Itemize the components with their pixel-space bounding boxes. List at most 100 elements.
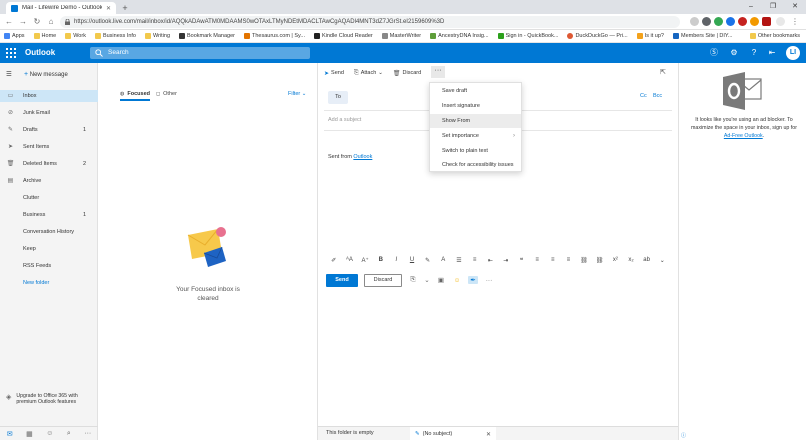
- unlink-icon[interactable]: ⛓: [592, 257, 608, 264]
- subscript-icon[interactable]: x₂: [623, 257, 639, 263]
- close-icon[interactable]: ✕: [486, 431, 491, 438]
- bookmark-item[interactable]: Home: [33, 33, 56, 39]
- extension-blue-icon[interactable]: [726, 17, 735, 26]
- sidebar-item-business[interactable]: Business 1: [0, 209, 98, 221]
- close-window-button[interactable]: ✕: [784, 0, 806, 14]
- help-icon[interactable]: ?: [748, 47, 760, 59]
- maximize-button[interactable]: ❐: [762, 0, 784, 14]
- bookmark-item[interactable]: Writing: [144, 33, 170, 39]
- sidebar-item-sent[interactable]: ➤ Sent Items: [0, 141, 98, 153]
- upgrade-banner[interactable]: ◈ Upgrade to Office 365 with premium Out…: [6, 393, 94, 405]
- format-painter-icon[interactable]: ✐: [326, 257, 342, 264]
- ad-free-outlook-link[interactable]: Ad-Free Outlook: [724, 133, 763, 139]
- menu-item-show-from[interactable]: Show From: [430, 113, 521, 129]
- avatar[interactable]: LI: [786, 46, 800, 60]
- settings-icon[interactable]: ⚙: [728, 47, 740, 59]
- superscript-icon[interactable]: x²: [608, 257, 624, 263]
- bookmark-item[interactable]: Members Site | DIY...: [672, 33, 732, 39]
- minimize-button[interactable]: –: [740, 0, 762, 14]
- extension-icon[interactable]: [702, 17, 711, 26]
- emoji-icon[interactable]: ☺: [452, 277, 462, 284]
- sidebar-item-deleted[interactable]: 🗑 Deleted Items 2: [0, 158, 98, 170]
- tab-focused[interactable]: ◍ Focused: [120, 91, 150, 101]
- image-icon[interactable]: ▣: [436, 276, 446, 284]
- sidebar-item-archive[interactable]: ▤ Archive: [0, 175, 98, 187]
- close-tab-icon[interactable]: ✕: [106, 5, 111, 12]
- bookmark-apps[interactable]: Apps: [4, 33, 25, 39]
- url-bar[interactable]: https://outlook.live.com/mail/inbox/id/A…: [60, 16, 680, 28]
- new-tab-button[interactable]: +: [120, 3, 130, 13]
- subject-input[interactable]: Add a subject: [328, 117, 361, 123]
- extension-red-icon[interactable]: [738, 17, 747, 26]
- cc-button[interactable]: Cc: [640, 93, 647, 99]
- discard-command[interactable]: 🗑 Discard: [393, 70, 421, 77]
- discard-button[interactable]: Discard: [364, 273, 402, 287]
- highlight-icon[interactable]: ✎: [420, 257, 436, 264]
- more-icon[interactable]: ···: [484, 277, 494, 284]
- tab-other[interactable]: ◻ Other: [156, 91, 177, 97]
- align-center-icon[interactable]: ≡: [545, 257, 561, 263]
- message-body[interactable]: Sent from Outlook: [328, 154, 372, 160]
- menu-item-set-importance[interactable]: Set importance ›: [430, 128, 521, 143]
- filter-button[interactable]: Filter ⌄: [288, 91, 306, 97]
- attach-icon[interactable]: ⌕: [67, 430, 71, 438]
- menu-item-save-draft[interactable]: Save draft: [430, 84, 521, 99]
- outlook-link[interactable]: Outlook: [353, 154, 372, 160]
- bookmark-item[interactable]: Bookmark Manager: [179, 33, 235, 39]
- chevron-down-icon[interactable]: ⌄: [424, 276, 430, 284]
- grow-font-icon[interactable]: A⁺: [357, 257, 373, 264]
- bookmark-item[interactable]: MasterWriter: [381, 33, 421, 39]
- hamburger-icon[interactable]: ☰: [6, 70, 12, 78]
- calendar-icon[interactable]: ▦: [26, 430, 33, 438]
- people-icon[interactable]: ☺: [46, 430, 53, 437]
- popout-icon[interactable]: ⇱: [660, 68, 666, 76]
- bookmark-item[interactable]: DuckDuckGo — Pri...: [567, 33, 628, 39]
- feedback-icon[interactable]: ⇤: [766, 47, 778, 59]
- mail-icon[interactable]: ✉: [7, 430, 13, 438]
- bcc-button[interactable]: Bcc: [653, 93, 662, 99]
- app-launcher-icon[interactable]: [6, 48, 16, 58]
- bullets-icon[interactable]: ☰: [451, 257, 467, 264]
- attach-icon[interactable]: ⎘: [408, 276, 418, 284]
- format-icon[interactable]: ✒: [468, 276, 478, 284]
- underline-icon[interactable]: U: [404, 257, 420, 263]
- outlook-brand[interactable]: Outlook: [25, 48, 55, 57]
- new-message-button[interactable]: + New message: [24, 71, 68, 78]
- sidebar-item-inbox[interactable]: ▭ Inbox: [0, 90, 98, 102]
- outdent-icon[interactable]: ⇤: [482, 257, 498, 264]
- to-button[interactable]: To: [328, 91, 348, 104]
- menu-icon[interactable]: ⋮: [790, 17, 800, 27]
- other-bookmarks[interactable]: Other bookmarks: [749, 33, 800, 39]
- attach-command[interactable]: ⎘ Attach ⌄: [354, 70, 383, 77]
- skype-icon[interactable]: Ⓢ: [708, 47, 720, 59]
- extension-orange-icon[interactable]: [750, 17, 759, 26]
- new-folder-link[interactable]: New folder: [0, 277, 98, 289]
- send-command[interactable]: ➤ Send: [324, 70, 344, 77]
- italic-icon[interactable]: I: [389, 257, 405, 263]
- menu-item-switch-plain-text[interactable]: Switch to plain text: [430, 143, 521, 158]
- quote-icon[interactable]: ❝: [514, 257, 530, 264]
- more-options-button[interactable]: ···: [431, 66, 445, 78]
- sidebar-item-conversation-history[interactable]: Conversation History: [0, 226, 98, 238]
- bookmark-item[interactable]: AncestryDNA Insig...: [430, 33, 489, 39]
- bookmark-item[interactable]: Thesaurus.com | Sy...: [244, 33, 305, 39]
- browser-tab[interactable]: Mail - Lifewire Demo - Outlook ✕: [6, 2, 116, 14]
- reload-icon[interactable]: ↻: [32, 17, 42, 27]
- profile-icon[interactable]: [776, 17, 785, 26]
- align-left-icon[interactable]: ≡: [529, 257, 545, 263]
- indent-icon[interactable]: ⇥: [498, 257, 514, 264]
- sidebar-item-drafts[interactable]: ✎ Drafts 1: [0, 124, 98, 136]
- sidebar-item-junk[interactable]: ⊘ Junk Email: [0, 107, 98, 119]
- menu-item-insert-signature[interactable]: Insert signature: [430, 99, 521, 114]
- bookmark-item[interactable]: Is it up?: [636, 33, 664, 39]
- draft-tab[interactable]: ✎ (No subject) ✕: [410, 427, 496, 441]
- sidebar-item-rss-feeds[interactable]: RSS Feeds: [0, 260, 98, 272]
- bookmark-item[interactable]: Sign in - QuickBook...: [497, 33, 558, 39]
- sidebar-item-clutter[interactable]: Clutter: [0, 192, 98, 204]
- bookmark-item[interactable]: Business Info: [94, 33, 136, 39]
- more-format-icon[interactable]: ⌄: [654, 257, 670, 264]
- strikethrough-icon[interactable]: ab: [639, 257, 655, 263]
- extension-green-icon[interactable]: [714, 17, 723, 26]
- back-icon[interactable]: ←: [4, 17, 14, 27]
- numbering-icon[interactable]: ≡: [467, 257, 483, 263]
